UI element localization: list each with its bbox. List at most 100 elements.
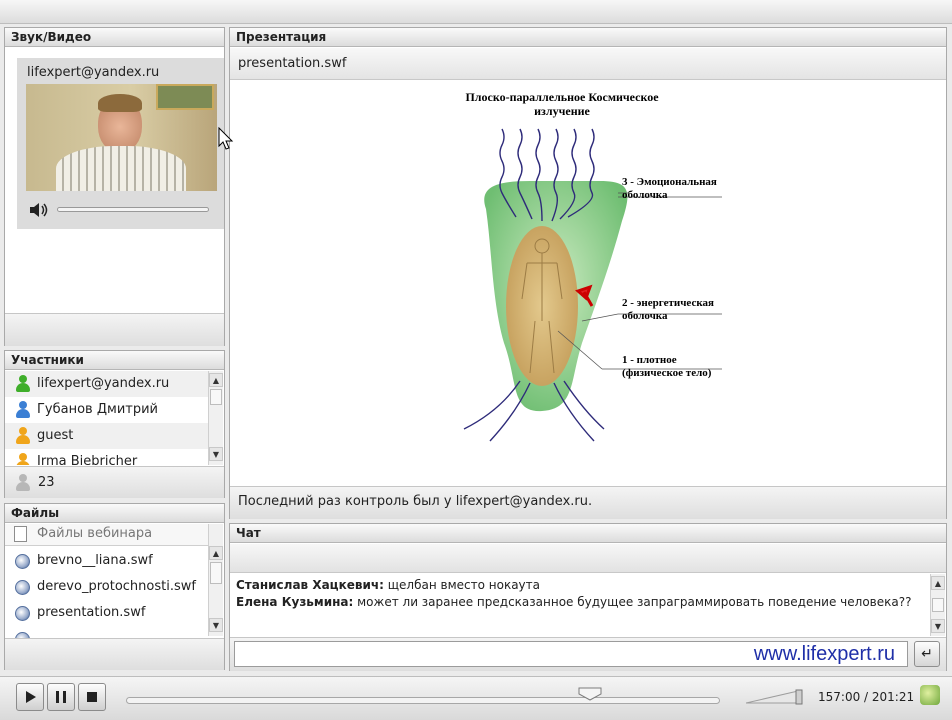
participant-row[interactable]: lifexpert@yandex.ru [5, 371, 208, 397]
participant-row[interactable]: guest [5, 423, 208, 449]
chat-panel: Чат Станислав Хацкевич: щелбан вместо но… [229, 523, 947, 671]
slide-title-line2: излучение [534, 104, 590, 118]
document-icon [14, 526, 27, 542]
scroll-up-arrow[interactable]: ▲ [931, 576, 945, 590]
scroll-down-arrow[interactable]: ▼ [209, 618, 223, 632]
send-button[interactable]: ↵ [914, 641, 940, 667]
scroll-down-arrow[interactable]: ▼ [931, 619, 945, 633]
watermark-text: www.lifexpert.ru [753, 643, 895, 665]
seek-track[interactable] [126, 697, 720, 704]
participants-footer: 23 [5, 466, 224, 498]
video-wall-picture [156, 84, 214, 110]
chat-message: Станислав Хацкевич: щелбан вместо нокаут… [236, 577, 922, 594]
top-bar [0, 0, 952, 24]
swf-file-icon [15, 580, 30, 595]
video-box: lifexpert@yandex.ru [17, 58, 224, 229]
file-name: ... [37, 631, 49, 638]
slide-canvas[interactable]: Плоско-параллельное Космическое излучени… [230, 81, 946, 486]
user-icon [15, 427, 31, 445]
player-volume-slider[interactable] [745, 689, 804, 705]
file-name: brevno__liana.swf [37, 553, 153, 568]
logo-icon [920, 685, 940, 705]
chat-scrollbar[interactable]: ▲ ▼ [930, 574, 945, 636]
label-physical-line2: (физическое тело) [622, 367, 712, 379]
participant-name: Губанов Дмитрий [37, 402, 158, 417]
participant-row[interactable]: Irma Biebricher [5, 449, 208, 465]
scroll-down-arrow[interactable]: ▼ [209, 447, 223, 461]
scroll-thumb[interactable] [210, 562, 222, 584]
chat-header: Чат [230, 524, 946, 543]
presentation-header: Презентация [230, 28, 946, 47]
file-row[interactable]: presentation.swf [5, 600, 208, 626]
time-display: 157:00 / 201:21 [818, 690, 915, 704]
pause-button[interactable] [47, 683, 75, 711]
files-header: Файлы [5, 504, 224, 523]
participant-row[interactable]: Губанов Дмитрий [5, 397, 208, 423]
scroll-thumb[interactable] [210, 389, 222, 405]
audio-video-header: Звук/Видео [5, 28, 224, 47]
control-status-text: Последний раз контроль был у lifexpert@y… [238, 494, 593, 509]
chat-author: Елена Кузьмина: [236, 595, 354, 609]
pause-icon [56, 691, 66, 703]
chat-message: Елена Кузьмина: может ли заранее предска… [236, 594, 922, 611]
label-physical-line1: 1 - плотное [622, 354, 677, 366]
audio-video-panel: Звук/Видео lifexpert@yandex.ru [4, 27, 225, 346]
slide-title-line1: Плоско-параллельное Космическое [465, 90, 659, 104]
slide-diagram: Плоско-параллельное Космическое излучени… [463, 90, 722, 442]
presentation-filename: presentation.swf [238, 56, 347, 71]
presentation-filebar: presentation.swf [230, 48, 946, 80]
files-scrollbar[interactable]: ▲ ▼ [208, 524, 223, 636]
stop-button[interactable] [78, 683, 106, 711]
participants-list: lifexpert@yandex.ru Губанов Дмитрий gues… [5, 371, 224, 465]
video-person-hair [98, 94, 142, 112]
file-row[interactable]: ... [5, 626, 208, 638]
user-icon [15, 375, 31, 393]
files-folder-row[interactable]: Файлы вебинара [5, 524, 208, 546]
scroll-up-arrow[interactable]: ▲ [209, 546, 223, 560]
files-panel: Файлы Файлы вебинара brevno__liana.swf d… [4, 503, 225, 670]
audio-video-footer [5, 313, 224, 346]
video-person-shirt [56, 146, 186, 191]
play-icon [26, 691, 36, 703]
seek-handle[interactable] [578, 687, 602, 701]
play-button[interactable] [16, 683, 44, 711]
video-username: lifexpert@yandex.ru [27, 65, 160, 80]
user-icon [15, 401, 31, 419]
file-row[interactable]: derevo_protochnosti.swf [5, 574, 208, 600]
participants-panel: Участники lifexpert@yandex.ru Губанов Дм… [4, 350, 225, 498]
chat-text: может ли заранее предсказанное будущее з… [357, 595, 912, 609]
file-row[interactable]: brevno__liana.swf [5, 548, 208, 574]
chat-input-bar: www.lifexpert.ru ↵ [230, 637, 946, 671]
presentation-status-bar: Последний раз контроль был у lifexpert@y… [230, 486, 946, 519]
swf-file-icon [15, 554, 30, 569]
label-energy-line1: 2 - энергетическая [622, 297, 714, 309]
scroll-up-arrow[interactable]: ▲ [209, 373, 223, 387]
label-energy-line2: оболочка [622, 310, 668, 322]
enter-icon: ↵ [921, 646, 933, 662]
label-emotional-line1: 3 - Эмоциональная [622, 176, 717, 188]
webcam-video[interactable] [26, 84, 217, 191]
chat-author: Станислав Хацкевич: [236, 578, 384, 592]
stop-icon [87, 692, 97, 702]
speaker-icon[interactable] [29, 202, 49, 218]
scroll-thumb[interactable] [932, 598, 944, 612]
participant-name: Irma Biebricher [37, 454, 138, 465]
participant-name: guest [37, 428, 74, 443]
chat-text: щелбан вместо нокаута [387, 578, 540, 592]
chat-log: Станислав Хацкевич: щелбан вместо нокаут… [230, 574, 928, 636]
files-list: Файлы вебинара brevno__liana.swf derevo_… [5, 524, 224, 638]
files-folder-label: Файлы вебинара [37, 526, 153, 541]
volume-slider[interactable] [57, 207, 209, 212]
participant-count: 23 [38, 475, 55, 490]
user-icon [15, 453, 31, 465]
chat-input[interactable]: www.lifexpert.ru [234, 641, 908, 667]
swf-file-icon [15, 606, 30, 621]
participants-scrollbar[interactable]: ▲ ▼ [208, 371, 223, 465]
mouse-cursor-icon [218, 126, 234, 151]
chat-toolbar [230, 544, 946, 573]
participant-count-icon [15, 474, 31, 492]
label-emotional-line2: оболочка [622, 189, 668, 201]
presentation-panel: Презентация presentation.swf Плоско-пара… [229, 27, 947, 519]
file-name: presentation.swf [37, 605, 146, 620]
participant-name: lifexpert@yandex.ru [37, 376, 170, 391]
